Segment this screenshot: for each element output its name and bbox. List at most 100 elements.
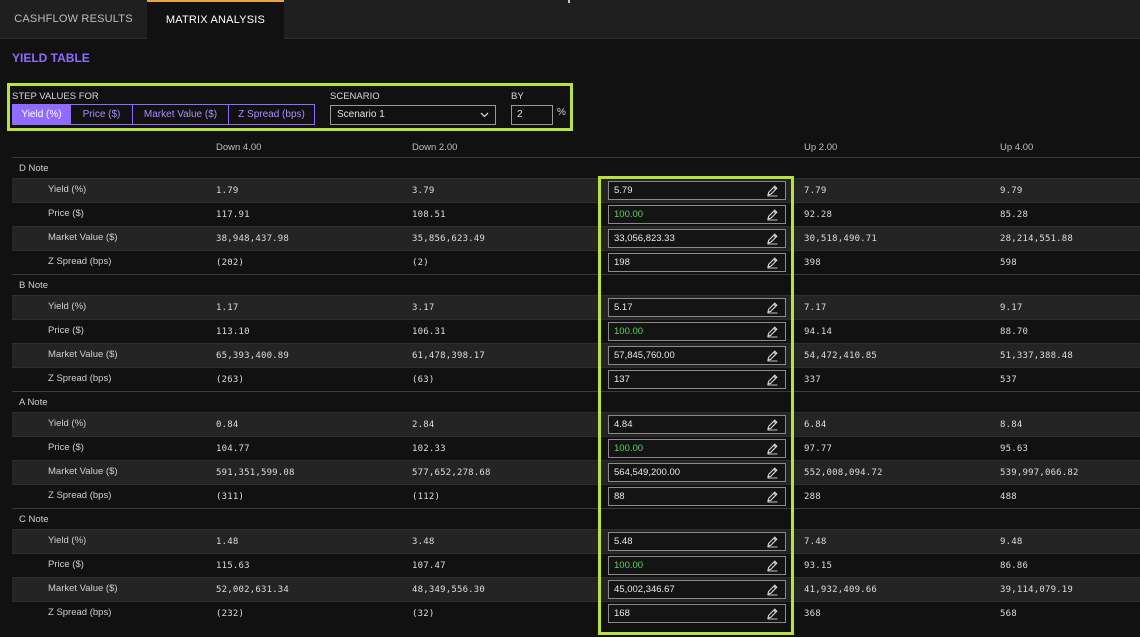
step-yield-button[interactable]: Yield (%) (13, 105, 71, 124)
row-label: Price ($) (48, 442, 84, 453)
table-cell: (202) (216, 258, 245, 268)
table-cell: 9.17 (1000, 303, 1023, 313)
row-label: Market Value ($) (48, 466, 118, 477)
table-cell: 35,856,623.49 (412, 234, 486, 244)
table-cell: 92.28 (804, 210, 833, 220)
table-cell: 61,478,398.17 (412, 351, 486, 361)
table-cell: 93.15 (804, 561, 833, 571)
pencil-icon[interactable] (766, 373, 779, 386)
base-value-input[interactable]: 5.79 (608, 181, 786, 200)
base-value-input[interactable]: 198 (608, 253, 786, 272)
group-label-a-note: A Note (12, 391, 1140, 412)
window-marker (568, 0, 570, 3)
base-value-input[interactable]: 45,002,346.67 (608, 580, 786, 599)
by-step-input[interactable]: 2 (511, 105, 553, 125)
base-value: 100.00 (614, 209, 644, 220)
table-cell: 552,008,094.72 (804, 468, 883, 478)
base-value-input[interactable]: 100.00 (608, 205, 786, 224)
table-cell: 7.48 (804, 537, 827, 547)
column-header-up-4: Up 4.00 (1000, 142, 1034, 153)
base-value: 57,845,760.00 (614, 350, 675, 361)
row-label: Z Spread (bps) (48, 256, 112, 267)
base-value: 564,549,200.00 (614, 467, 681, 478)
base-value-input[interactable]: 5.48 (608, 532, 786, 551)
base-value-input[interactable]: 4.84 (608, 415, 786, 434)
table-cell: 38,948,437.98 (216, 234, 290, 244)
pencil-icon[interactable] (766, 583, 779, 596)
table-cell: 97.77 (804, 444, 833, 454)
pencil-icon[interactable] (766, 466, 779, 479)
table-cell: (263) (216, 375, 245, 385)
percent-unit: % (557, 107, 566, 118)
base-value: 100.00 (614, 560, 644, 571)
pencil-icon[interactable] (766, 442, 779, 455)
table-cell: 102.33 (412, 444, 446, 454)
pencil-icon[interactable] (766, 301, 779, 314)
table-body: D Note Yield (%) 1.79 3.79 7.79 9.79 5.79 Price… (12, 157, 1140, 625)
base-value: 100.00 (614, 443, 644, 454)
row-label: Z Spread (bps) (48, 373, 112, 384)
pencil-icon[interactable] (766, 559, 779, 572)
table-cell: 85.28 (1000, 210, 1029, 220)
base-value-input[interactable]: 100.00 (608, 556, 786, 575)
row-label: Yield (%) (48, 301, 87, 312)
table-row: Yield (%) 1.17 3.17 7.17 9.17 5.17 (12, 295, 1140, 319)
tab-matrix-analysis[interactable]: MATRIX ANALYSIS (147, 0, 284, 40)
pencil-icon[interactable] (766, 535, 779, 548)
table-cell: 41,932,409.66 (804, 585, 878, 595)
base-value-input[interactable]: 100.00 (608, 322, 786, 341)
table-row: Z Spread (bps) (232) (32) 368 568 168 (12, 601, 1140, 625)
row-label: Price ($) (48, 325, 84, 336)
table-cell: 39,114,079.19 (1000, 585, 1074, 595)
base-value: 4.84 (614, 419, 633, 430)
base-value-input[interactable]: 100.00 (608, 439, 786, 458)
table-cell: 1.79 (216, 186, 239, 196)
base-value-input[interactable]: 137 (608, 370, 786, 389)
table-row: Price ($) 117.91 108.51 92.28 85.28 100.00 (12, 202, 1140, 226)
table-cell: 337 (804, 375, 821, 385)
base-value: 88 (614, 491, 625, 502)
table-cell: 288 (804, 492, 821, 502)
table-cell: 598 (1000, 258, 1017, 268)
pencil-icon[interactable] (766, 607, 779, 620)
step-market-value-button[interactable]: Market Value ($) (133, 105, 229, 124)
base-value: 5.17 (614, 302, 633, 313)
pencil-icon[interactable] (766, 325, 779, 338)
table-cell: 86.86 (1000, 561, 1029, 571)
table-cell: 106.31 (412, 327, 446, 337)
step-z-spread-button[interactable]: Z Spread (bps) (229, 105, 314, 124)
pencil-icon[interactable] (766, 418, 779, 431)
table-row: Price ($) 104.77 102.33 97.77 95.63 100.00 (12, 436, 1140, 460)
base-value-input[interactable]: 57,845,760.00 (608, 346, 786, 365)
base-value-input[interactable]: 564,549,200.00 (608, 463, 786, 482)
tab-cashflow-results[interactable]: CASHFLOW RESULTS (0, 0, 147, 39)
pencil-icon[interactable] (766, 184, 779, 197)
step-price-button[interactable]: Price ($) (71, 105, 133, 124)
scenario-select[interactable]: Scenario 1 (330, 105, 496, 125)
pencil-icon[interactable] (766, 349, 779, 362)
table-cell: (32) (412, 609, 435, 619)
base-value: 33,056,823.33 (614, 233, 675, 244)
base-value-input[interactable]: 33,056,823.33 (608, 229, 786, 248)
pencil-icon[interactable] (766, 490, 779, 503)
table-cell: (2) (412, 258, 429, 268)
table-cell: 568 (1000, 609, 1017, 619)
group-label-b-note: B Note (12, 274, 1140, 295)
pencil-icon[interactable] (766, 256, 779, 269)
table-cell: 88.70 (1000, 327, 1029, 337)
table-cell: 8.84 (1000, 420, 1023, 430)
column-header-up-2: Up 2.00 (804, 142, 838, 153)
matrix-analysis-app: CASHFLOW RESULTS MATRIX ANALYSIS YIELD T… (0, 0, 1140, 637)
table-cell: 1.17 (216, 303, 239, 313)
table-cell: 591,351,599.08 (216, 468, 295, 478)
row-label: Yield (%) (48, 418, 87, 429)
base-value-input[interactable]: 168 (608, 604, 786, 623)
table-cell: 3.17 (412, 303, 435, 313)
pencil-icon[interactable] (766, 208, 779, 221)
pencil-icon[interactable] (766, 232, 779, 245)
base-value-input[interactable]: 5.17 (608, 298, 786, 317)
base-value-input[interactable]: 88 (608, 487, 786, 506)
row-label: Z Spread (bps) (48, 490, 112, 501)
table-row: Price ($) 115.63 107.47 93.15 86.86 100.00 (12, 553, 1140, 577)
table-row: Yield (%) 1.79 3.79 7.79 9.79 5.79 (12, 178, 1140, 202)
